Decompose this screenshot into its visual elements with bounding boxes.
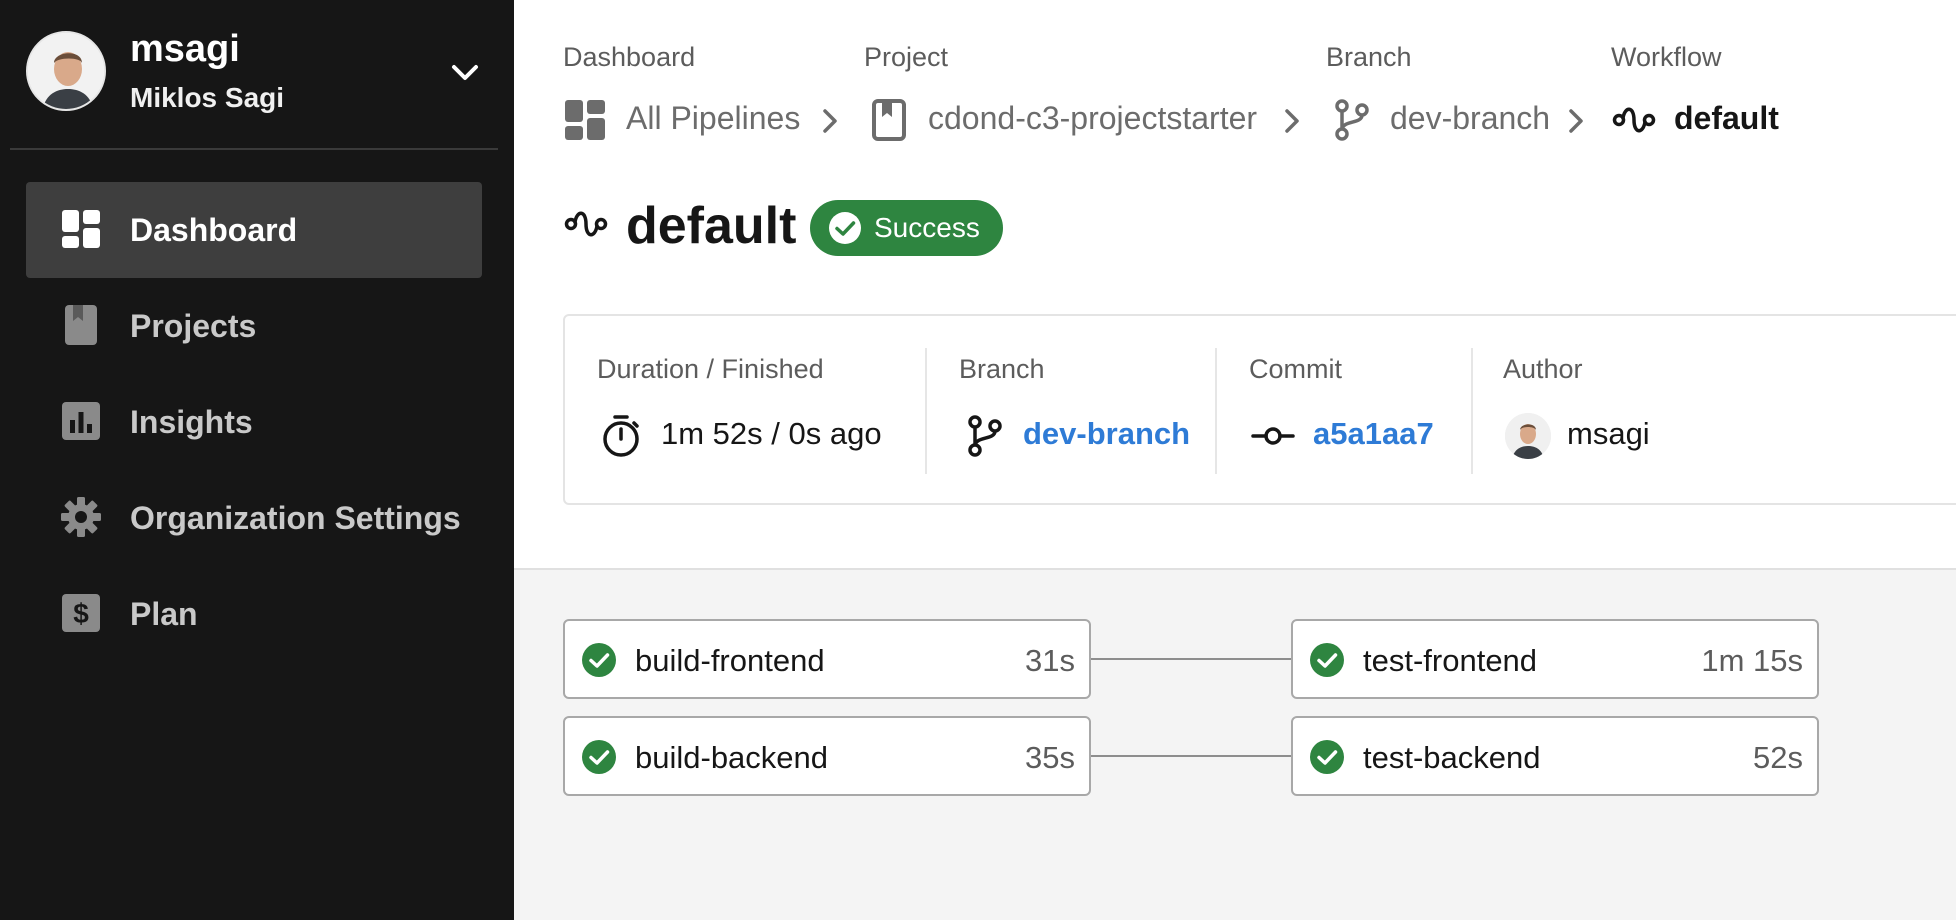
job-duration: 52s (1753, 740, 1803, 775)
job-name: build-backend (635, 740, 829, 775)
chevron-down-icon[interactable] (448, 58, 482, 86)
sidebar-divider (10, 148, 498, 150)
job-node-build-frontend[interactable]: build-frontend 31s (563, 619, 1091, 699)
commit-link[interactable]: a5a1aa7 (1313, 416, 1434, 452)
dollar-icon: $ (62, 594, 100, 632)
success-icon (1310, 643, 1344, 677)
branch-icon (1335, 99, 1369, 141)
commit-icon (1251, 427, 1295, 445)
sidebar-item-insights[interactable]: Insights (26, 374, 482, 470)
author-name: msagi (1567, 416, 1650, 451)
breadcrumb-heading: Branch (1326, 42, 1412, 72)
status-badge: Success (810, 200, 1003, 256)
breadcrumb-heading: Workflow (1611, 42, 1722, 72)
sidebar-item-label: Dashboard (130, 212, 298, 248)
breadcrumb-current-workflow: default (1674, 100, 1779, 136)
sidebar-item-plan[interactable]: $ Plan (26, 566, 482, 662)
check-circle-icon (829, 212, 861, 244)
branch-label: Branch (959, 354, 1045, 384)
job-connector (1091, 658, 1291, 660)
user-menu[interactable]: msagi Miklos Sagi (0, 0, 514, 150)
card-divider (1215, 348, 1217, 474)
workflow-icon (1612, 107, 1656, 133)
breadcrumb-link-branch[interactable]: dev-branch (1390, 100, 1550, 137)
job-name: test-frontend (1363, 643, 1538, 678)
chevron-right-icon (823, 109, 837, 133)
workflow-info-card: Duration / Finished 1m 52s / 0s ago Bran… (563, 314, 1956, 505)
sidebar-item-label: Organization Settings (130, 500, 461, 536)
project-icon (872, 99, 906, 141)
stopwatch-icon (603, 415, 639, 457)
insights-icon (62, 402, 100, 440)
success-icon (582, 643, 616, 677)
sidebar-item-organization-settings[interactable]: Organization Settings (26, 470, 482, 566)
card-divider (925, 348, 927, 474)
job-duration: 31s (1025, 643, 1075, 678)
job-node-build-backend[interactable]: build-backend 35s (563, 716, 1091, 796)
job-node-test-backend[interactable]: test-backend 52s (1291, 716, 1819, 796)
avatar (1505, 413, 1551, 459)
duration-value: 1m 52s / 0s ago (661, 416, 882, 451)
dashboard-icon (62, 210, 100, 248)
chevron-right-icon (1285, 109, 1299, 133)
author-label: Author (1503, 354, 1583, 384)
sidebar-item-dashboard[interactable]: Dashboard (26, 182, 482, 278)
sidebar-item-label: Plan (130, 596, 198, 632)
user-full-name: Miklos Sagi (130, 82, 285, 113)
card-divider (1471, 348, 1473, 474)
page-title: default (626, 197, 797, 255)
avatar (26, 31, 106, 111)
job-duration: 35s (1025, 740, 1075, 775)
sidebar-item-label: Insights (130, 404, 253, 440)
breadcrumb-heading: Project (864, 42, 949, 72)
success-icon (1310, 740, 1344, 774)
sidebar-item-projects[interactable]: Projects (26, 278, 482, 374)
gear-icon (61, 497, 101, 537)
sidebar: msagi Miklos Sagi Dashboard Projects Ins… (0, 0, 514, 920)
sidebar-item-label: Projects (130, 308, 257, 344)
breadcrumb-link-all-pipelines[interactable]: All Pipelines (626, 100, 800, 137)
status-label: Success (874, 212, 980, 243)
success-icon (582, 740, 616, 774)
branch-icon (968, 415, 1002, 457)
job-name: build-frontend (635, 643, 825, 678)
dashboard-icon (565, 100, 605, 140)
job-node-test-frontend[interactable]: test-frontend 1m 15s (1291, 619, 1819, 699)
breadcrumb-link-project[interactable]: cdond-c3-projectstarter (928, 100, 1257, 137)
workflow-icon (564, 211, 608, 237)
commit-label: Commit (1249, 354, 1342, 384)
chevron-right-icon (1569, 109, 1583, 133)
breadcrumb-heading: Dashboard (563, 42, 696, 72)
duration-label: Duration / Finished (597, 354, 824, 384)
job-name: test-backend (1363, 740, 1541, 775)
user-handle: msagi (130, 28, 240, 70)
job-duration: 1m 15s (1701, 643, 1803, 678)
svg-text:$: $ (73, 598, 89, 629)
branch-link[interactable]: dev-branch (1023, 416, 1190, 452)
project-icon (65, 305, 97, 345)
job-connector (1091, 755, 1291, 757)
